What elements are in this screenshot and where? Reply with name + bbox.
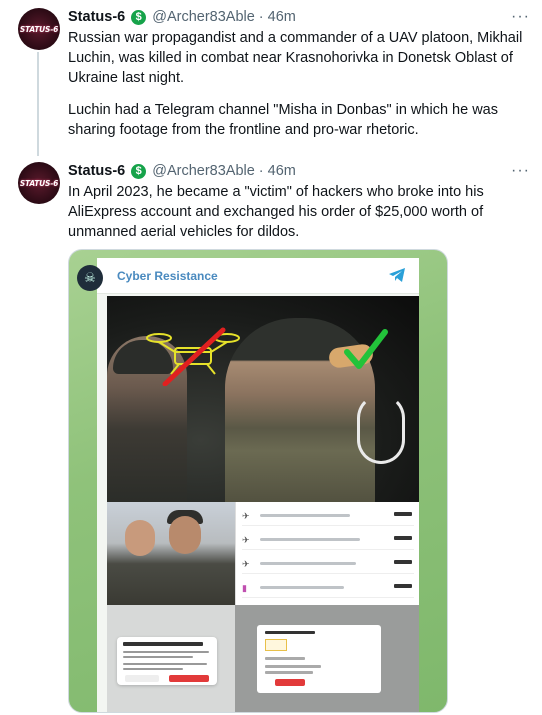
tweet[interactable]: STATUS-6 Status-6 $ @Archer83Able · 46m … [0,154,542,715]
face [125,520,155,556]
order-list-screenshot: ✈ ✈ ✈ ▮ [235,502,419,605]
more-options-icon[interactable]: ··· [511,162,530,180]
verified-badge-icon: $ [131,163,147,179]
avatar-text: STATUS-6 [19,178,59,188]
avatar-text: STATUS-6 [19,24,59,34]
more-options-icon[interactable]: ··· [511,8,530,26]
tweet[interactable]: STATUS-6 Status-6 $ @Archer83Able · 46m … [0,0,542,154]
soldiers-photo [107,296,419,502]
channel-title: Cyber Resistance [117,269,218,283]
order-row: ✈ [242,554,414,574]
avatar[interactable]: STATUS-6 [18,8,60,50]
verified-badge-icon: $ [131,9,147,25]
telegram-post-screenshot: ☠ Cyber Resistance ✈ ✈ ✈ ▮ [77,258,419,712]
cable-drawing [357,394,405,464]
author-name[interactable]: Status-6 [68,163,125,179]
tweet-text: Russian war propagandist and a commander… [68,30,523,86]
avatar[interactable]: STATUS-6 [18,162,60,204]
author-name[interactable]: Status-6 [68,9,125,25]
checkmark-icon [344,329,388,369]
tweet-text: In April 2023, he became a "victim" of h… [68,184,484,240]
dialog-box [257,625,381,693]
telegram-channel-header: ☠ Cyber Resistance [77,258,419,294]
author-handle[interactable]: @Archer83Able [152,163,255,179]
hide-order-dialog-screenshot [107,605,235,712]
order-row: ✈ [242,530,414,550]
dialog-box [117,637,217,685]
payment-dialog-screenshot [235,605,419,712]
skull-icon: ☠ [77,265,103,291]
tweet-header: Status-6 $ @Archer83Able · 46m [68,162,296,180]
face [169,516,201,554]
drone-icon [146,327,240,386]
tweet-text: Luchin had a Telegram channel "Misha in … [68,102,498,138]
separator-dot: · [258,163,264,179]
order-row: ✈ [242,506,414,526]
telegram-plane-icon [387,265,407,285]
author-handle[interactable]: @Archer83Able [152,9,255,25]
timestamp[interactable]: 46m [268,163,296,179]
selfie-photo [107,502,235,605]
tweet-media-image[interactable]: ☠ Cyber Resistance ✈ ✈ ✈ ▮ [68,249,448,713]
tweet-header: Status-6 $ @Archer83Able · 46m [68,8,296,26]
timestamp[interactable]: 46m [268,9,296,25]
separator-dot: · [258,9,264,25]
order-row: ▮ [242,578,414,598]
